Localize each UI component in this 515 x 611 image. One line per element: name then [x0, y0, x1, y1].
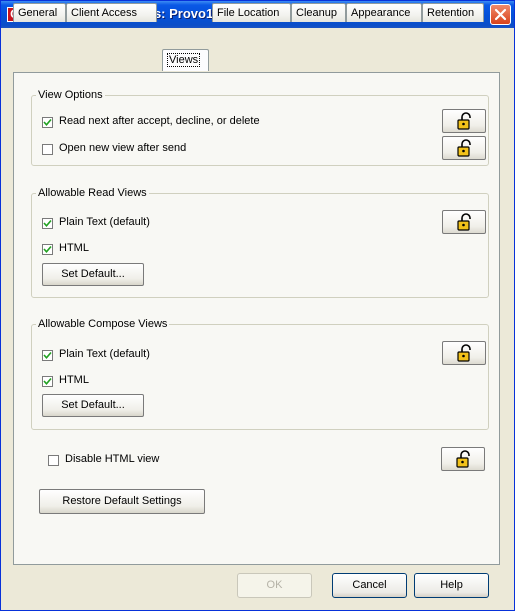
- padlock-icon: [457, 139, 471, 157]
- help-button[interactable]: Help: [414, 573, 489, 598]
- dialog-window: C Environment Options: Provo1 General Cl…: [0, 0, 515, 611]
- checkmark-icon: [43, 118, 52, 127]
- lock-button[interactable]: [442, 109, 486, 133]
- plain-text-compose-label: Plain Text (default): [59, 348, 150, 360]
- tab-label: Retention: [427, 7, 475, 19]
- disable-html-checkbox[interactable]: [48, 455, 59, 466]
- open-new-view-checkbox[interactable]: [42, 144, 53, 155]
- views-tab-page: View Options Read next after accept, dec…: [13, 72, 500, 565]
- set-default-read-button[interactable]: Set Default...: [42, 263, 144, 286]
- compose-views-group: Allowable Compose Views Plain Text (defa…: [31, 318, 489, 430]
- lock-button[interactable]: [442, 210, 486, 234]
- open-new-view-label: Open new view after send: [59, 142, 187, 154]
- lock-button[interactable]: [442, 136, 486, 160]
- tab-label: File Location: [217, 7, 280, 19]
- group-title: Allowable Read Views: [36, 187, 149, 199]
- tab-label: Views: [167, 53, 201, 67]
- read-next-label: Read next after accept, decline, or dele…: [59, 115, 260, 127]
- padlock-icon: [457, 213, 471, 231]
- html-compose-label: HTML: [59, 374, 89, 386]
- disable-html-label: Disable HTML view: [65, 453, 160, 465]
- tab-views[interactable]: Views: [162, 49, 209, 71]
- cancel-button[interactable]: Cancel: [332, 573, 407, 598]
- plain-text-read-checkbox[interactable]: [42, 218, 53, 229]
- checkmark-icon: [43, 351, 52, 360]
- tab-appearance[interactable]: Appearance: [346, 3, 422, 22]
- tab-retention[interactable]: Retention: [422, 3, 484, 22]
- tab-label: Appearance: [351, 7, 411, 19]
- padlock-icon: [457, 112, 471, 130]
- set-default-compose-button[interactable]: Set Default...: [42, 394, 144, 417]
- group-title: View Options: [36, 89, 105, 101]
- group-title: Allowable Compose Views: [36, 318, 170, 330]
- close-button[interactable]: [490, 4, 511, 25]
- html-read-label: HTML: [59, 242, 89, 254]
- tab-client-access[interactable]: Client Access: [66, 3, 157, 22]
- plain-text-compose-checkbox[interactable]: [42, 350, 53, 361]
- html-read-checkbox[interactable]: [42, 244, 53, 255]
- read-next-checkbox[interactable]: [42, 117, 53, 128]
- tab-general[interactable]: General: [13, 3, 66, 22]
- padlock-icon: [456, 450, 470, 468]
- lock-button[interactable]: [441, 447, 485, 471]
- lock-button[interactable]: [442, 341, 486, 365]
- view-options-group: View Options Read next after accept, dec…: [31, 89, 489, 166]
- tab-label: Cleanup: [296, 7, 337, 19]
- padlock-icon: [457, 344, 471, 362]
- checkmark-icon: [43, 219, 52, 228]
- html-compose-checkbox[interactable]: [42, 376, 53, 387]
- plain-text-read-label: Plain Text (default): [59, 216, 150, 228]
- ok-button[interactable]: OK: [237, 573, 312, 598]
- tab-label: General: [18, 7, 58, 19]
- close-icon: [494, 8, 507, 21]
- tab-label: Client Access: [71, 7, 138, 19]
- checkmark-icon: [43, 245, 52, 254]
- tab-cleanup[interactable]: Cleanup: [291, 3, 346, 22]
- restore-defaults-button[interactable]: Restore Default Settings: [39, 489, 205, 514]
- read-views-group: Allowable Read Views Plain Text (default…: [31, 187, 489, 298]
- checkmark-icon: [43, 377, 52, 386]
- tab-file-location[interactable]: File Location: [212, 3, 291, 22]
